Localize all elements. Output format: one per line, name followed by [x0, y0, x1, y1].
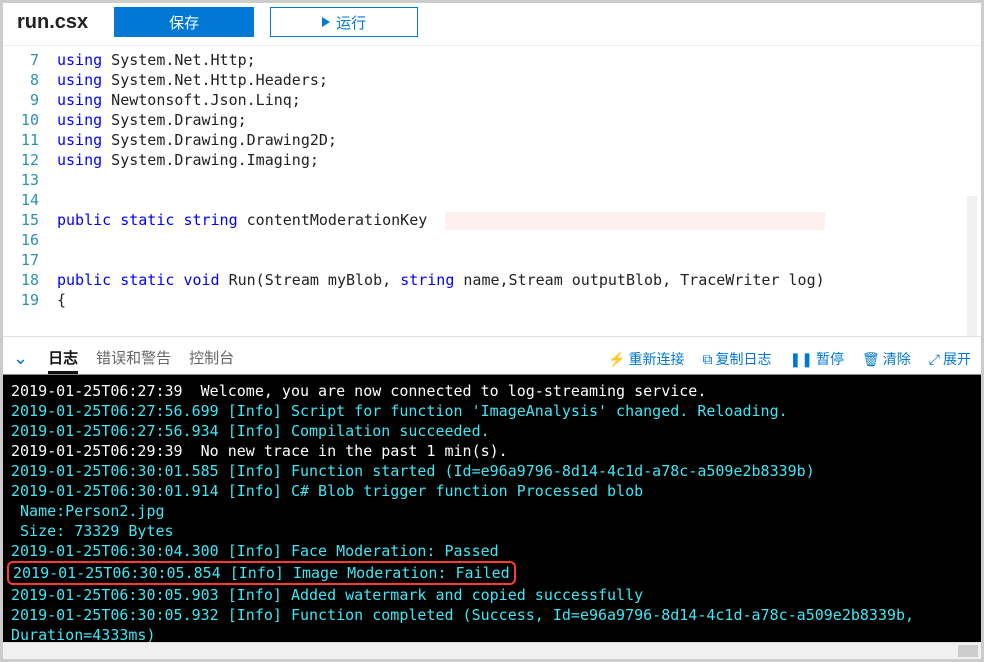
code-line[interactable]: [57, 170, 961, 190]
file-title: run.csx: [17, 11, 88, 34]
code-content[interactable]: using System.Net.Http;using System.Net.H…: [57, 50, 961, 310]
tab-logs[interactable]: 日志: [48, 343, 78, 374]
code-line[interactable]: {: [57, 290, 961, 310]
reconnect-icon: ⚡: [608, 352, 625, 366]
code-editor[interactable]: 78910111213141516171819 using System.Net…: [3, 46, 981, 336]
line-number: 12: [3, 150, 39, 170]
log-line: Size: 73329 Bytes: [11, 521, 973, 541]
code-line[interactable]: public static string contentModerationKe…: [57, 210, 961, 230]
collapse-panel-icon[interactable]: ⌄: [13, 348, 30, 369]
code-line[interactable]: [57, 250, 961, 270]
editor-scrollbar-thumb[interactable]: [967, 196, 977, 336]
log-console[interactable]: 2019-01-25T06:27:39 Welcome, you are now…: [3, 374, 981, 642]
line-number: 7: [3, 50, 39, 70]
code-line[interactable]: using System.Drawing;: [57, 110, 961, 130]
code-line[interactable]: using Newtonsoft.Json.Linq;: [57, 90, 961, 110]
line-number: 19: [3, 290, 39, 310]
code-line[interactable]: using System.Drawing.Imaging;: [57, 150, 961, 170]
pause-link[interactable]: ❚❚ 暂停: [790, 349, 844, 369]
save-button-label: 保存: [169, 12, 199, 33]
tab-console[interactable]: 控制台: [189, 343, 234, 374]
code-line[interactable]: using System.Net.Http.Headers;: [57, 70, 961, 90]
play-icon: [322, 17, 330, 27]
run-button[interactable]: 运行: [270, 7, 418, 37]
code-line[interactable]: using System.Drawing.Drawing2D;: [57, 130, 961, 150]
tab-errors-warnings[interactable]: 错误和警告: [96, 343, 171, 374]
line-number: 13: [3, 170, 39, 190]
run-button-label: 运行: [336, 12, 366, 33]
code-line[interactable]: public static void Run(Stream myBlob, st…: [57, 270, 961, 290]
editor-header: run.csx 保存 运行: [3, 3, 981, 46]
log-line: 2019-01-25T06:30:04.300 [Info] Face Mode…: [11, 541, 973, 561]
code-line[interactable]: using System.Net.Http;: [57, 50, 961, 70]
log-line: Name:Person2.jpg: [11, 501, 973, 521]
reconnect-link[interactable]: ⚡ 重新连接: [608, 349, 684, 369]
log-line: 2019-01-25T06:29:39 No new trace in the …: [11, 441, 973, 461]
log-line: 2019-01-25T06:30:01.585 [Info] Function …: [11, 461, 973, 481]
code-line[interactable]: [57, 190, 961, 210]
expand-icon: ⤢: [929, 352, 940, 366]
log-line: Duration=4333ms): [11, 625, 973, 642]
clear-icon: 🗑: [862, 352, 880, 366]
output-panel-tabs: ⌄ 日志 错误和警告 控制台 ⚡ 重新连接 ⧉ 复制日志 ❚❚ 暂停 🗑 清除 …: [3, 336, 981, 374]
expand-link[interactable]: ⤢ 展开: [929, 349, 971, 369]
line-number-gutter: 78910111213141516171819: [3, 46, 49, 336]
copy-logs-link[interactable]: ⧉ 复制日志: [703, 349, 772, 369]
line-number: 15: [3, 210, 39, 230]
line-number: 18: [3, 270, 39, 290]
line-number: 16: [3, 230, 39, 250]
log-line: 2019-01-25T06:27:56.699 [Info] Script fo…: [11, 401, 973, 421]
log-line: 2019-01-25T06:30:05.903 [Info] Added wat…: [11, 585, 973, 605]
code-line[interactable]: [57, 230, 961, 250]
log-line: 2019-01-25T06:30:05.932 [Info] Function …: [11, 605, 973, 625]
save-button[interactable]: 保存: [114, 7, 254, 37]
log-line: 2019-01-25T06:27:39 Welcome, you are now…: [11, 381, 973, 401]
line-number: 10: [3, 110, 39, 130]
line-number: 11: [3, 130, 39, 150]
log-line: 2019-01-25T06:30:01.914 [Info] C# Blob t…: [11, 481, 973, 501]
line-number: 14: [3, 190, 39, 210]
log-line: 2019-01-25T06:30:05.854 [Info] Image Mod…: [11, 561, 973, 585]
line-number: 8: [3, 70, 39, 90]
pause-icon: ❚❚: [790, 352, 813, 366]
log-line: 2019-01-25T06:27:56.934 [Info] Compilati…: [11, 421, 973, 441]
line-number: 17: [3, 250, 39, 270]
copy-icon: ⧉: [703, 352, 713, 366]
line-number: 9: [3, 90, 39, 110]
clear-link[interactable]: 🗑 清除: [862, 349, 911, 369]
horizontal-scrollbar[interactable]: [3, 642, 981, 659]
